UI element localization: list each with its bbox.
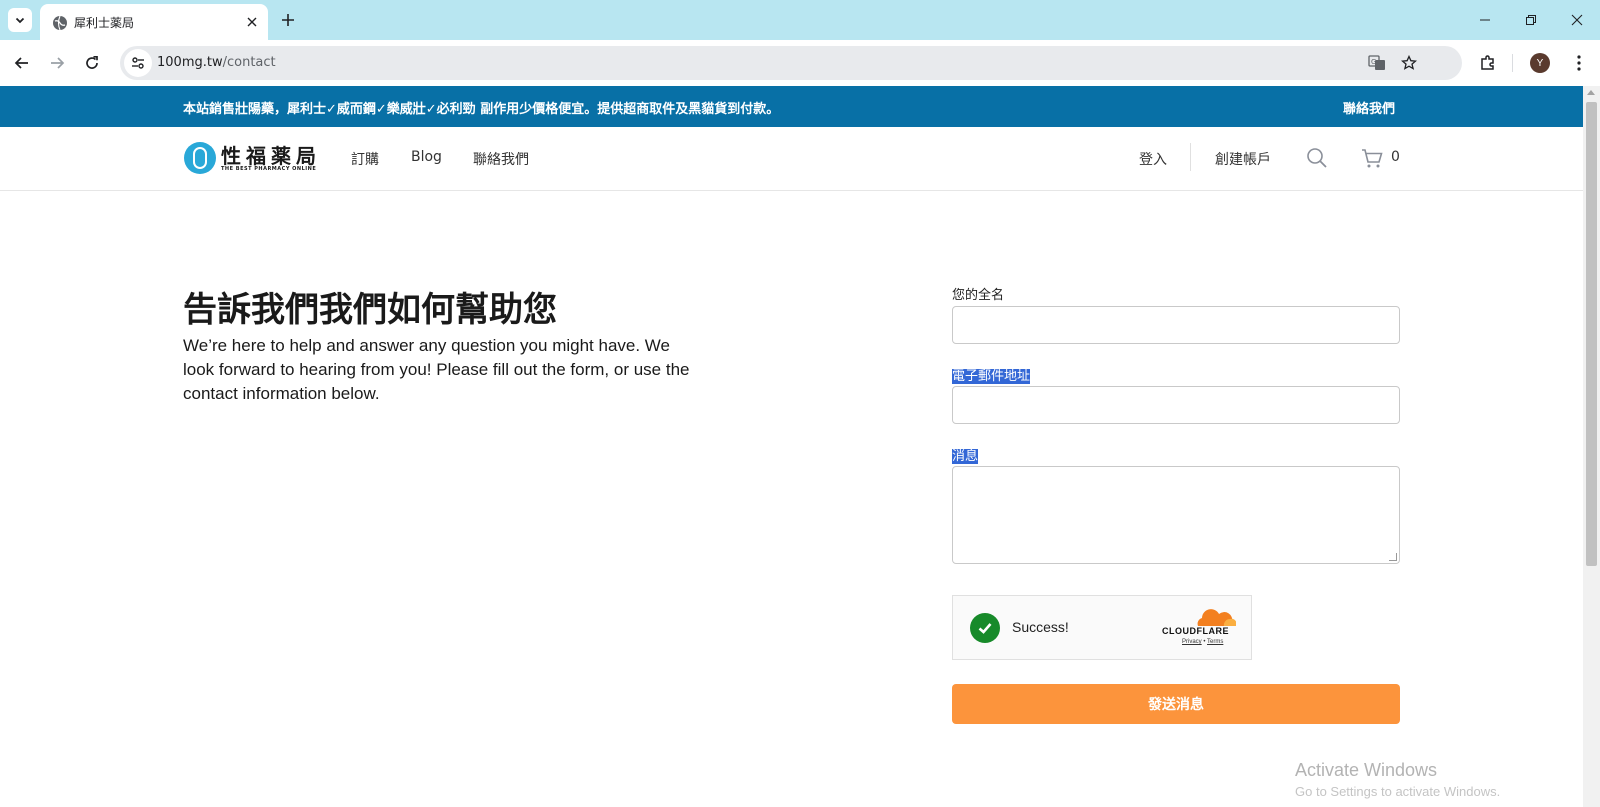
avatar: Y xyxy=(1530,53,1550,73)
login-link[interactable]: 登入 xyxy=(1139,149,1167,169)
more-vertical-icon xyxy=(1577,55,1581,71)
search-icon xyxy=(1307,148,1327,168)
plus-icon xyxy=(282,14,294,26)
profile-button[interactable]: Y xyxy=(1525,48,1555,78)
search-button[interactable] xyxy=(1305,146,1329,170)
cart-button[interactable] xyxy=(1360,146,1384,170)
captcha-widget[interactable]: Success! CLOUDFLARE Privacy • Terms xyxy=(952,595,1252,660)
toolbar-divider xyxy=(1512,54,1513,72)
tune-icon xyxy=(132,57,144,69)
announcement-contact-link[interactable]: 聯絡我們 xyxy=(1343,98,1395,117)
captcha-brand: CLOUDFLARE xyxy=(1162,626,1229,636)
email-label-text: 電子郵件地址 xyxy=(952,369,1031,384)
captcha-privacy-link[interactable]: Privacy xyxy=(1182,639,1202,645)
restore-window-button[interactable] xyxy=(1508,0,1554,40)
minimize-window-button[interactable] xyxy=(1462,0,1508,40)
tab-title: 犀利士薬局 xyxy=(74,16,135,30)
intro-text: We’re here to help and answer any questi… xyxy=(183,336,690,403)
page-scrollbar[interactable] xyxy=(1583,86,1600,807)
cloudflare-logo: CLOUDFLARE Privacy • Terms xyxy=(1162,609,1240,649)
arrow-left-icon xyxy=(14,57,28,69)
back-button[interactable] xyxy=(7,48,37,78)
captcha-status: Success! xyxy=(1012,619,1069,635)
tab-search-button[interactable] xyxy=(8,8,32,32)
translate-button[interactable]: G xyxy=(1367,53,1387,73)
checkmark-icon xyxy=(970,613,1000,643)
cart-icon xyxy=(1362,149,1383,168)
browser-tabstrip: 犀利士薬局 xyxy=(0,0,1600,40)
url-path: /contact xyxy=(222,55,276,70)
browser-menu-button[interactable] xyxy=(1564,48,1594,78)
message-label: 消息 xyxy=(952,445,979,464)
address-bar[interactable]: 100mg.tw/contact G xyxy=(120,46,1462,80)
logo-tagline: THE BEST PHARMACY ONLINE xyxy=(221,166,317,172)
reload-icon xyxy=(86,55,98,69)
globe-icon xyxy=(53,15,67,31)
announcement-bar: 本站銷售壯陽藥，犀利士✓威而鋼✓樂威壯✓必利勁 副作用少價格便宜。提供超商取件及… xyxy=(0,86,1583,127)
browser-tab-active[interactable]: 犀利士薬局 xyxy=(40,4,268,40)
close-icon xyxy=(1571,14,1583,26)
chevron-down-icon xyxy=(15,17,25,24)
captcha-terms-link[interactable]: Terms xyxy=(1207,639,1223,645)
page-title: 告訴我們我們如何幫助您 xyxy=(183,290,557,330)
url-host: 100mg.tw xyxy=(157,55,223,70)
windows-activation-watermark: Activate Windows xyxy=(1295,760,1438,780)
nav-item-order[interactable]: 訂購 xyxy=(351,149,379,169)
forward-button[interactable] xyxy=(42,48,72,78)
restore-icon xyxy=(1526,15,1536,25)
extensions-button[interactable] xyxy=(1473,48,1503,78)
name-field[interactable] xyxy=(952,306,1400,344)
name-label: 您的全名 xyxy=(952,288,1005,303)
logo-mark-icon xyxy=(184,142,216,174)
scrollbar-thumb[interactable] xyxy=(1586,102,1597,566)
site-info-button[interactable] xyxy=(124,49,152,77)
announcement-text: 本站銷售壯陽藥，犀利士✓威而鋼✓樂威壯✓必利勁 副作用少價格便宜。提供超商取件及… xyxy=(183,102,780,117)
translate-icon: G xyxy=(1368,55,1385,70)
svg-text:G: G xyxy=(1371,58,1376,66)
arrow-right-icon xyxy=(51,57,65,69)
minimize-icon xyxy=(1480,19,1490,21)
nav-item-contact[interactable]: 聯絡我們 xyxy=(473,149,529,169)
close-window-button[interactable] xyxy=(1554,0,1600,40)
captcha-separator: • xyxy=(1203,639,1206,645)
puzzle-icon xyxy=(1481,55,1494,70)
tab-close-button[interactable] xyxy=(242,12,262,32)
bookmark-button[interactable] xyxy=(1399,53,1419,73)
cloud-icon xyxy=(1197,609,1236,626)
url-text: 100mg.tw/contact xyxy=(157,55,276,70)
nav-item-blog[interactable]: Blog xyxy=(411,149,442,165)
cart-count: 0 xyxy=(1391,149,1400,165)
page-viewport: 本站銷售壯陽藥，犀利士✓威而鋼✓樂威壯✓必利勁 副作用少價格便宜。提供超商取件及… xyxy=(0,86,1600,807)
resize-handle[interactable] xyxy=(1389,553,1397,561)
scroll-up-arrow-icon[interactable] xyxy=(1587,90,1595,95)
browser-toolbar: 100mg.tw/contact G Y xyxy=(0,40,1600,86)
close-icon xyxy=(247,17,257,27)
site-header: 性福薬局 THE BEST PHARMACY ONLINE 訂購 Blog 聯絡… xyxy=(0,127,1583,191)
message-label-text: 消息 xyxy=(952,449,979,464)
reload-button[interactable] xyxy=(77,48,107,78)
submit-button[interactable]: 發送消息 xyxy=(952,684,1400,724)
new-tab-button[interactable] xyxy=(276,8,300,32)
star-icon xyxy=(1401,55,1417,70)
windows-activation-subtitle: Go to Settings to activate Windows. xyxy=(1295,784,1501,799)
email-field[interactable] xyxy=(952,386,1400,424)
site-logo[interactable]: 性福薬局 THE BEST PHARMACY ONLINE xyxy=(184,140,319,176)
create-account-link[interactable]: 創建帳戶 xyxy=(1215,149,1271,169)
message-textarea[interactable] xyxy=(952,466,1400,564)
header-divider xyxy=(1190,143,1191,171)
logo-name: 性福薬局 xyxy=(221,144,321,168)
captcha-links: Privacy • Terms xyxy=(1182,639,1223,645)
email-label: 電子郵件地址 xyxy=(952,365,1031,384)
